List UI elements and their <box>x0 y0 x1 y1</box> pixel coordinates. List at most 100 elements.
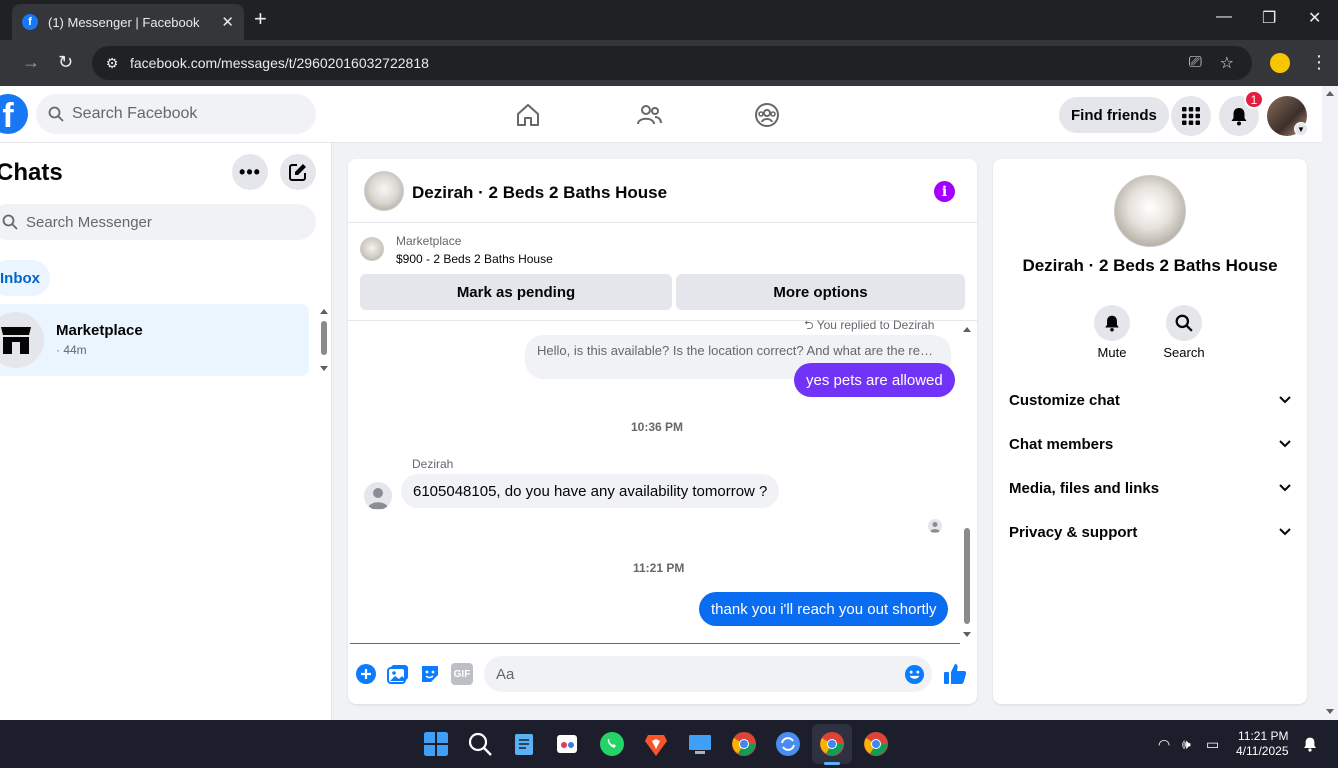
composer-divider <box>350 643 960 644</box>
conversation-title[interactable]: Dezirah · 2 Beds 2 Baths House <box>412 183 667 203</box>
emoji-icon[interactable] <box>904 664 925 685</box>
notification-badge: 1 <box>1244 90 1264 109</box>
chrome-profile-icon[interactable] <box>863 731 889 757</box>
extension-lock-icon[interactable] <box>1270 53 1290 73</box>
chrome-profile-icon[interactable] <box>819 731 845 757</box>
chats-sidebar: Chats ••• Inbox Marketplace · 44m <box>0 143 332 720</box>
chat-time: · 44m <box>56 343 87 357</box>
plus-circle-icon[interactable] <box>355 663 377 685</box>
minimize-icon[interactable]: — <box>1216 8 1232 26</box>
browser-tabbar: f (1) Messenger | Facebook ✕ + — ❐ ✕ <box>0 0 1338 40</box>
new-message-button[interactable] <box>280 154 316 190</box>
bookmark-star-icon[interactable]: ☆ <box>1220 53 1234 73</box>
home-icon[interactable] <box>515 102 541 128</box>
facebook-logo-icon[interactable]: f <box>0 94 28 134</box>
thumbs-up-icon[interactable] <box>943 662 967 686</box>
incoming-message[interactable]: 6105048105, do you have any availability… <box>401 474 780 508</box>
search-icon <box>48 106 64 122</box>
seen-indicator-avatar <box>928 519 942 533</box>
grid-menu-icon <box>1182 107 1200 125</box>
gif-icon[interactable]: GIF <box>451 663 473 685</box>
chevron-down-icon[interactable]: ▼ <box>1294 122 1308 136</box>
info-icon[interactable]: i <box>934 181 955 202</box>
search-icon[interactable] <box>467 731 493 757</box>
message-input[interactable] <box>484 656 932 692</box>
reload-icon[interactable]: ↻ <box>58 52 73 73</box>
browser-menu-icon[interactable]: ⋮ <box>1310 52 1328 73</box>
sticker-icon[interactable] <box>419 663 441 685</box>
chats-title: Chats <box>0 159 63 186</box>
site-settings-icon[interactable]: ⚙ <box>102 53 122 73</box>
listing-thumbnail[interactable] <box>364 171 404 211</box>
photo-icon[interactable] <box>387 663 409 685</box>
media-files-links-section[interactable]: Media, files and links <box>993 466 1307 510</box>
outgoing-message[interactable]: yes pets are allowed <box>794 363 955 397</box>
close-tab-icon[interactable]: ✕ <box>221 13 234 31</box>
reply-indicator-text: You replied to Dezirah <box>816 318 935 332</box>
listing-price-title[interactable]: $900 - 2 Beds 2 Baths House <box>396 252 553 266</box>
mute-button[interactable] <box>1094 305 1130 341</box>
groups-icon[interactable] <box>754 102 780 128</box>
forward-icon[interactable]: → <box>22 52 40 73</box>
sender-avatar[interactable] <box>364 482 392 510</box>
mark-as-pending-button[interactable]: Mark as pending <box>360 274 672 310</box>
messenger-search-input[interactable] <box>26 213 225 231</box>
desktop-app-icon[interactable] <box>687 731 713 757</box>
chat-details-panel: Dezirah · 2 Beds 2 Baths House Mute Sear… <box>993 159 1307 704</box>
chats-scrollbar[interactable] <box>318 308 330 374</box>
marketplace-listing-thumbnail[interactable] <box>360 237 384 261</box>
chevron-down-icon <box>1279 484 1291 492</box>
sync-app-icon[interactable] <box>775 731 801 757</box>
outgoing-message[interactable]: thank you i'll reach you out shortly <box>699 592 949 626</box>
bell-icon <box>1105 315 1119 332</box>
search-in-chat-button[interactable] <box>1166 305 1202 341</box>
wifi-icon[interactable]: ◠ <box>1158 736 1170 753</box>
reply-indicator: ⮌ You replied to Dezirah <box>804 316 934 337</box>
menu-button[interactable] <box>1171 96 1211 136</box>
conversation-header: Dezirah · 2 Beds 2 Baths House i <box>348 159 977 223</box>
listing-large-thumbnail[interactable] <box>1114 175 1186 247</box>
snipping-tool-icon[interactable] <box>555 731 581 757</box>
close-window-icon[interactable]: ✕ <box>1308 8 1321 28</box>
default-user-icon <box>368 488 388 509</box>
section-label: Customize chat <box>1009 391 1120 409</box>
chevron-down-icon <box>1279 528 1291 536</box>
friends-icon[interactable] <box>636 102 662 128</box>
message-timestamp: 10:36 PM <box>631 420 684 434</box>
new-tab-icon[interactable]: + <box>254 8 267 30</box>
brave-browser-icon[interactable] <box>643 731 669 757</box>
address-bar[interactable]: ⚙ facebook.com/messages/t/29602016032722… <box>92 46 1252 80</box>
notepad-icon[interactable] <box>511 731 537 757</box>
install-app-icon[interactable]: ⎚ <box>1189 54 1202 72</box>
windows-start-icon[interactable] <box>423 731 449 757</box>
volume-icon[interactable]: 🕪 <box>1182 736 1191 753</box>
facebook-search[interactable] <box>36 94 316 134</box>
chat-list-item[interactable]: Marketplace · 44m <box>0 304 309 376</box>
search-icon <box>2 214 18 230</box>
inbox-filter-tab[interactable]: Inbox <box>0 260 50 296</box>
chat-members-section[interactable]: Chat members <box>993 422 1307 466</box>
whatsapp-icon[interactable] <box>599 731 625 757</box>
url-text[interactable]: facebook.com/messages/t/2960201603272281… <box>130 55 1189 71</box>
taskbar-clock[interactable]: 11:21 PM 4/11/2025 <box>1236 729 1289 759</box>
page-scrollbar[interactable] <box>1324 88 1336 718</box>
customize-chat-section[interactable]: Customize chat <box>993 378 1307 422</box>
find-friends-button[interactable]: Find friends <box>1059 97 1169 133</box>
facebook-search-input[interactable] <box>72 105 272 123</box>
restore-icon[interactable]: ❐ <box>1262 8 1276 28</box>
section-label: Chat members <box>1009 435 1114 453</box>
chat-options-button[interactable]: ••• <box>232 154 268 190</box>
more-dots-icon: ••• <box>239 161 261 182</box>
active-app-indicator <box>824 762 840 765</box>
message-timestamp: 11:21 PM <box>633 561 685 575</box>
privacy-support-section[interactable]: Privacy & support <box>993 510 1307 554</box>
marketplace-store-icon <box>1 327 31 354</box>
default-user-icon <box>930 522 940 533</box>
more-options-button[interactable]: More options <box>676 274 965 310</box>
battery-icon[interactable]: ▭ <box>1206 736 1219 753</box>
browser-tab[interactable]: f (1) Messenger | Facebook ✕ <box>12 4 244 40</box>
chrome-icon[interactable] <box>731 731 757 757</box>
notification-bell-icon[interactable] <box>1302 736 1318 752</box>
conversation-scrollbar[interactable] <box>961 323 973 643</box>
messenger-search[interactable] <box>0 204 316 240</box>
